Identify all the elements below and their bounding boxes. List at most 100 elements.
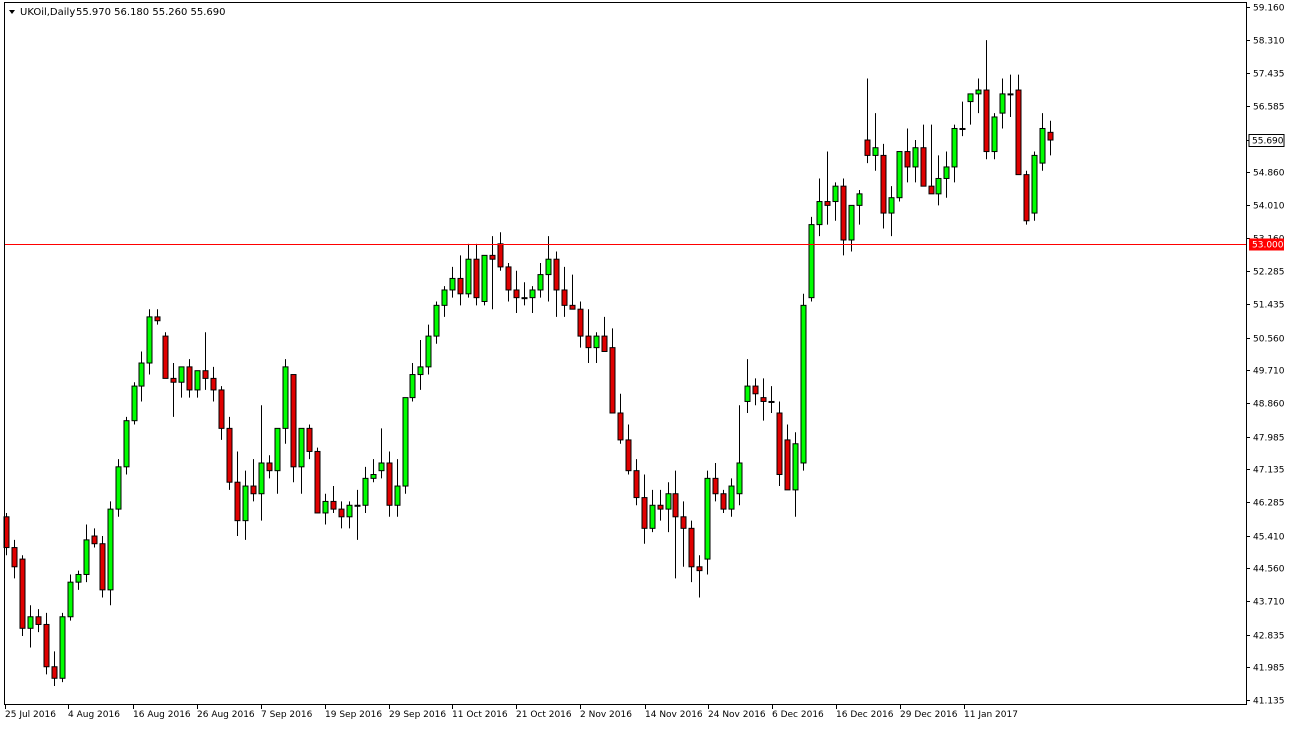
candle-body <box>625 439 632 472</box>
candle-body <box>744 385 751 402</box>
candle-body <box>27 616 34 629</box>
candle-body <box>967 93 974 103</box>
candle-body <box>282 366 289 429</box>
candle-body <box>513 289 520 299</box>
price-tick-label: 59.160 <box>1253 4 1285 14</box>
candle-body <box>465 258 472 295</box>
candle-body <box>657 504 664 510</box>
candle-body <box>1007 93 1014 96</box>
bullish-candle <box>1031 151 1038 221</box>
candle-body <box>808 224 815 299</box>
candle-body <box>537 274 544 291</box>
price-tick-label: 41.135 <box>1253 697 1285 707</box>
candle-body <box>266 462 273 472</box>
bullish-candle <box>402 397 409 494</box>
chart: 59.160 58.310 57.435 56.585 55.690 54.860 54.0… <box>0 0 1289 726</box>
time-tick-label: 14 Nov 2016 <box>645 710 703 720</box>
candle-body <box>306 427 313 452</box>
time-tick-label: 19 Sep 2016 <box>325 710 382 720</box>
candle-body <box>856 193 863 206</box>
candle-body <box>449 277 456 291</box>
candle-body <box>314 450 321 514</box>
candle-body <box>51 666 58 679</box>
candle-body <box>1015 89 1022 176</box>
candle-body <box>951 127 958 168</box>
bearish-candle <box>1015 74 1022 176</box>
candle-body <box>975 89 982 95</box>
candle-body <box>593 335 600 349</box>
level-price-tag: 53.000 <box>1249 238 1284 251</box>
candle-body <box>274 427 281 472</box>
candle-body <box>386 462 393 506</box>
candle-body <box>210 377 217 391</box>
candle-body <box>832 185 839 203</box>
bullish-candle <box>59 612 66 683</box>
candle-body <box>11 547 18 568</box>
bullish-candle <box>481 254 488 306</box>
candle-body <box>202 370 209 379</box>
candle-body <box>999 93 1006 114</box>
candle-body <box>19 558 26 629</box>
candle-body <box>912 147 919 168</box>
current-price-tag-label: 55.690 <box>1252 137 1284 147</box>
chart-background <box>0 0 1289 726</box>
candle-body <box>633 470 640 499</box>
candle-body <box>67 581 74 618</box>
candle-body <box>816 201 823 226</box>
time-tick-label: 11 Oct 2016 <box>452 710 508 720</box>
ohlc-values: 55.970 56.180 55.260 55.690 <box>76 7 226 18</box>
candle-body <box>553 258 560 291</box>
candle-body <box>736 462 743 495</box>
candle-body <box>226 427 233 483</box>
time-tick-label: 26 Aug 2016 <box>197 710 255 720</box>
candle-body <box>162 335 169 379</box>
price-tick-label: 46.285 <box>1253 499 1285 509</box>
price-tick-label: 54.860 <box>1253 169 1285 179</box>
candle-body <box>712 477 719 495</box>
current-price-tag: 55.690 <box>1248 134 1285 147</box>
candle-body <box>840 185 847 241</box>
candle-body <box>1047 131 1054 141</box>
candle-body <box>481 254 488 303</box>
candle-body <box>425 335 432 368</box>
candle-body <box>585 335 592 349</box>
candle-body <box>83 539 90 575</box>
chart-header: UKOil,Daily 55.970 56.180 55.260 55.690 <box>9 7 226 18</box>
candle-body <box>290 374 297 468</box>
price-tick-label: 57.435 <box>1253 70 1285 80</box>
candle-body <box>935 177 942 195</box>
price-tick-label: 41.985 <box>1253 664 1285 674</box>
symbol-label: UKOil,Daily <box>20 7 75 18</box>
price-tick-label: 56.585 <box>1253 103 1285 113</box>
candle-body <box>322 500 329 514</box>
candle-body <box>609 347 616 414</box>
candle-body <box>107 508 114 591</box>
candle-body <box>521 297 528 300</box>
candle-body <box>394 485 401 506</box>
price-tick-label: 52.285 <box>1253 268 1285 278</box>
candle-body <box>872 147 879 156</box>
candle-body <box>904 151 911 168</box>
candle-body <box>752 385 759 395</box>
candle-body <box>218 389 225 429</box>
price-tick-label: 54.010 <box>1253 202 1285 212</box>
time-tick-label: 11 Jan 2017 <box>964 710 1018 720</box>
candle-body <box>146 316 153 364</box>
candle-body <box>784 439 791 491</box>
candle-body <box>433 304 440 337</box>
candle-body <box>824 201 831 206</box>
candle-body <box>170 377 177 383</box>
bullish-candle <box>808 216 815 302</box>
time-tick-label: 21 Oct 2016 <box>516 710 572 720</box>
candle-body <box>561 289 568 306</box>
candle-body <box>545 258 552 276</box>
bearish-candle <box>776 401 783 487</box>
candle-body <box>1023 174 1030 222</box>
candle-body <box>441 289 448 306</box>
price-tick-label: 48.860 <box>1253 400 1285 410</box>
candle-body <box>409 374 416 399</box>
bullish-candle <box>896 151 903 202</box>
candle-body <box>665 493 672 510</box>
candle-body <box>641 497 648 529</box>
candle-body <box>298 427 305 468</box>
